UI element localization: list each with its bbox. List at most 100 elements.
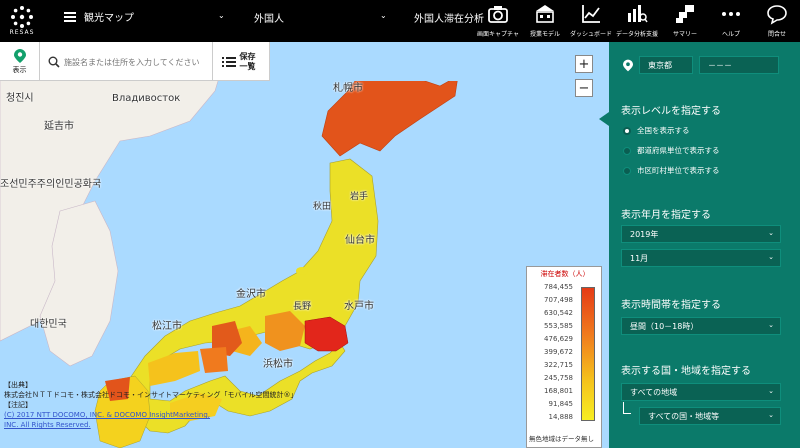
- tool-label: サマリー: [672, 31, 697, 38]
- help-button[interactable]: ヘルプ: [706, 3, 756, 41]
- tool-label: 画面キャプチャ: [477, 31, 519, 38]
- label-chongjin: 청진시: [6, 93, 34, 104]
- search-box: [48, 53, 208, 71]
- legend-color-bar: [581, 287, 595, 421]
- zoom-out-button[interactable]: −: [575, 79, 593, 97]
- label-mito: 水戸市: [344, 301, 374, 312]
- chat-icon: [767, 5, 787, 25]
- legend-tick: 476,629: [544, 335, 573, 343]
- data-analysis-icon: [628, 5, 648, 23]
- label-iwate: 岩手: [350, 192, 369, 202]
- chevron-down-icon: ⌄: [768, 387, 774, 395]
- top-bar: RESAS 観光マップ ⌄ 外国人 ⌄ 外国人滞在分析 画面キャプチャ 授業モデ…: [0, 0, 800, 42]
- country-value: すべての国・地域等: [648, 411, 720, 421]
- camera-icon: [488, 6, 508, 23]
- map-pin-icon: [13, 48, 26, 63]
- category-dropdown-label: 外国人: [254, 14, 284, 25]
- screen-capture-button[interactable]: 画面キャプチャ: [473, 3, 523, 41]
- level-option-municipality[interactable]: 市区町村単位で表示する: [623, 165, 720, 176]
- dashboard-button[interactable]: ダッシュボード: [566, 3, 616, 41]
- menu-label: 観光マップ: [84, 13, 134, 24]
- label-akita: 秋田: [313, 202, 332, 212]
- legend-tick: 630,542: [544, 309, 573, 317]
- radio-label: 全国を表示する: [637, 126, 690, 135]
- label-north-korea: 조선민주주의인민공화국: [0, 179, 102, 190]
- country-select[interactable]: すべての国・地域等 ⌄: [639, 407, 781, 425]
- saved-list-button[interactable]: 保存一覧: [212, 42, 270, 81]
- label-vladivostok: Владивосток: [112, 93, 181, 104]
- search-bar-row: 表示 保存一覧: [0, 42, 270, 81]
- area-selector: 東京都 －－－: [623, 56, 779, 74]
- region-select[interactable]: すべての地域 ⌄: [621, 383, 781, 401]
- month-select[interactable]: 11月 ⌄: [621, 249, 781, 267]
- time-value: 昼間（10－18時）: [630, 321, 699, 331]
- map-credit: 【出典】 株式会社ＮＴＴドコモ・株式会社ドコモ・インサイトマーケティング「モバイ…: [4, 380, 297, 430]
- data-analysis-button[interactable]: データ分析支援: [612, 3, 662, 41]
- time-select[interactable]: 昼間（10－18時） ⌄: [621, 317, 781, 335]
- credit-source-heading: 【出典】: [4, 381, 32, 389]
- chevron-down-icon: ⌄: [768, 253, 774, 261]
- school-icon: [536, 5, 554, 23]
- label-nagano: 長野: [293, 302, 312, 312]
- legend-tick: 399,672: [544, 348, 573, 356]
- level-option-national[interactable]: 全国を表示する: [623, 125, 690, 136]
- summary-icon: [676, 5, 694, 23]
- resas-logo[interactable]: RESAS: [0, 0, 44, 42]
- chevron-down-icon: ⌄: [218, 11, 225, 20]
- legend-tick: 707,498: [544, 296, 573, 304]
- logo-text: RESAS: [9, 29, 35, 36]
- radio-label: 市区町村単位で表示する: [637, 166, 720, 175]
- chevron-down-icon: ⌄: [380, 11, 387, 20]
- month-value: 11月: [630, 253, 649, 263]
- year-value: 2019年: [630, 229, 659, 239]
- hamburger-icon: [64, 11, 76, 22]
- city-select[interactable]: －－－: [699, 56, 779, 74]
- legend-no-data-note: 無色地域はデータ無し: [529, 435, 594, 443]
- prefecture-value: 東京都: [648, 60, 672, 70]
- radio-label: 都道府県単位で表示する: [637, 146, 720, 155]
- map-legend: 滞在者数（人） 784,455 707,498 630,542 553,585 …: [526, 266, 602, 448]
- level-option-prefecture[interactable]: 都道府県単位で表示する: [623, 145, 720, 156]
- chevron-down-icon: ⌄: [768, 229, 774, 237]
- search-input[interactable]: [64, 57, 204, 67]
- time-title: 表示時間帯を指定する: [621, 300, 721, 311]
- legend-tick: 91,845: [548, 400, 574, 408]
- label-sapporo: 札幌市: [333, 83, 363, 94]
- tree-connector-icon: [623, 402, 631, 414]
- show-button[interactable]: 表示: [0, 42, 40, 81]
- prefecture-select[interactable]: 東京都: [639, 56, 693, 74]
- legend-tick: 322,715: [544, 361, 573, 369]
- legend-tick: 553,585: [544, 322, 573, 330]
- legend-tick: 168,801: [544, 387, 573, 395]
- show-label: 表示: [12, 65, 27, 74]
- contact-button[interactable]: 問合せ: [752, 3, 800, 41]
- more-dots-icon: [722, 12, 740, 16]
- category-dropdown[interactable]: 外国人: [254, 10, 284, 25]
- resas-logo-icon: [11, 6, 33, 28]
- tool-label: 授業モデル: [529, 31, 560, 38]
- label-yanji: 延吉市: [44, 121, 74, 132]
- credit-note-heading: 【注記】: [4, 401, 32, 409]
- radio-selected-icon: [623, 126, 631, 135]
- panel-pointer: [599, 112, 609, 126]
- label-kanazawa: 金沢市: [236, 289, 266, 300]
- chevron-down-icon: ⌄: [768, 411, 774, 419]
- credit-source-text: 株式会社ＮＴＴドコモ・株式会社ドコモ・インサイトマーケティング「モバイル空間統計…: [4, 391, 298, 399]
- tool-label: データ分析支援: [615, 31, 658, 38]
- tool-label: 問合せ: [767, 31, 786, 38]
- city-value: －－－: [708, 60, 732, 70]
- legend-tick: 245,758: [544, 374, 573, 382]
- chevron-down-icon: ⌄: [768, 321, 774, 329]
- main-menu-button[interactable]: 観光マップ: [64, 9, 134, 24]
- label-matsue: 松江市: [152, 321, 182, 332]
- year-select[interactable]: 2019年 ⌄: [621, 225, 781, 243]
- legend-tick: 784,455: [544, 283, 573, 291]
- zoom-in-button[interactable]: +: [575, 55, 593, 73]
- credit-rights-link[interactable]: INC. All Rights Reserved.: [4, 421, 91, 429]
- dashboard-icon: [582, 5, 600, 23]
- lesson-model-button[interactable]: 授業モデル: [520, 3, 570, 41]
- label-hamamatsu: 浜松市: [263, 359, 293, 370]
- credit-copyright-link[interactable]: (C) 2017 NTT DOCOMO, INC. & DOCOMO Insig…: [4, 411, 210, 419]
- summary-button[interactable]: サマリー: [660, 3, 710, 41]
- radio-icon: [623, 146, 631, 155]
